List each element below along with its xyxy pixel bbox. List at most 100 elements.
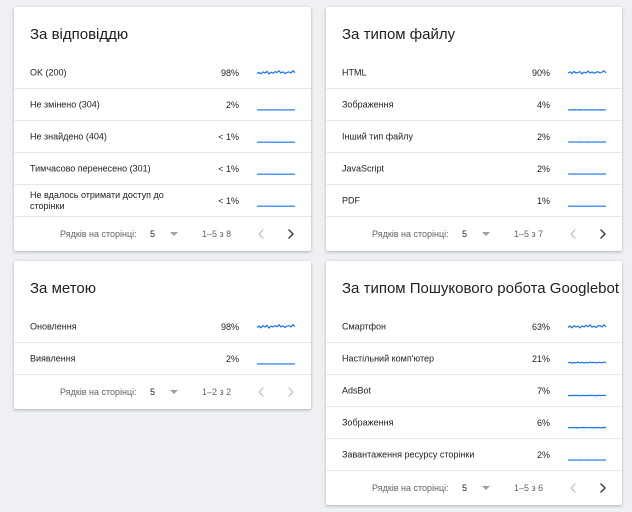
chevron-left-icon[interactable] [254, 226, 268, 242]
sparkline-chart [257, 108, 295, 111]
row-percentage: 63% [531, 321, 550, 332]
chevron-right-icon[interactable] [284, 384, 298, 400]
row-label: Зображення [342, 417, 394, 427]
sparkline-chart [568, 205, 606, 207]
row-percentage: 2% [536, 449, 550, 460]
card-purpose: За метою Оновлення 98% Виявлення 2% Рядків на… [14, 261, 311, 409]
row-percentage: 1% [536, 195, 550, 206]
rows-per-page-label: Рядків на сторінці: [60, 229, 137, 239]
card-response: За відповіддю OK (200) 98% Не змінено (304)… [14, 7, 311, 251]
row-percentage: 2% [536, 163, 550, 174]
rows-per-page-label: Рядків на сторінці: [372, 229, 449, 239]
row-label: Зображення [342, 99, 394, 109]
caret-down-icon[interactable] [482, 486, 490, 490]
sparkline-chart [257, 173, 295, 175]
chevron-right-icon[interactable] [596, 480, 610, 496]
row-percentage: 90% [531, 67, 550, 78]
sparkline-line [568, 360, 606, 364]
sparkline-chart [568, 458, 606, 461]
sparkline-line [257, 69, 295, 75]
row-percentage: 98% [220, 321, 239, 332]
table-row[interactable]: Зображення 6% [326, 407, 622, 439]
table-row[interactable]: Смартфон 63% [326, 311, 622, 343]
card-title: За відповіддю [30, 26, 129, 43]
row-percentage: 2% [225, 99, 239, 110]
sparkline-chart [568, 108, 606, 111]
breakdown-table: Смартфон 63% Настільний комп'ютер 21% AdsBot… [326, 311, 622, 505]
row-percentage: 98% [220, 67, 239, 78]
row-label: Не знайдено (404) [30, 131, 107, 141]
table-row[interactable]: PDF 1% [326, 185, 622, 217]
rows-per-page-label: Рядків на сторінці: [372, 483, 449, 493]
row-label: Смартфон [342, 321, 387, 331]
row-label: OK (200) [30, 67, 67, 77]
card-title: За метою [30, 280, 97, 297]
card-title: За типом файлу [342, 26, 456, 43]
sparkline-line [257, 323, 295, 329]
row-label: Не змінено (304) [30, 99, 100, 109]
row-percentage: 7% [536, 385, 550, 396]
chevron-right-icon[interactable] [284, 226, 298, 242]
table-row[interactable]: Оновлення 98% [14, 311, 311, 343]
row-percentage: < 1% [218, 195, 239, 206]
row-label: Оновлення [30, 321, 77, 331]
rows-per-page-select[interactable]: 5 [462, 483, 467, 493]
row-label: Не вдалось отримати доступ до сторінки [30, 189, 164, 211]
chevron-left-icon[interactable] [254, 384, 268, 400]
breakdown-table: Оновлення 98% Виявлення 2% Рядків на сторінц… [14, 311, 311, 409]
page-range: 1–5 з 8 [202, 229, 232, 239]
chevron-left-icon[interactable] [566, 480, 580, 496]
row-label: JavaScript [342, 163, 385, 173]
row-percentage: 2% [225, 353, 239, 364]
caret-down-icon[interactable] [170, 232, 178, 236]
row-label: Інший тип файлу [342, 131, 413, 141]
table-row[interactable]: Завантаження ресурсу сторінки 2% [326, 439, 622, 471]
sparkline-chart [568, 172, 606, 175]
chevron-right-icon[interactable] [596, 226, 610, 242]
caret-down-icon[interactable] [170, 390, 178, 394]
table-row[interactable]: Тимчасово перенесено (301) < 1% [14, 153, 311, 185]
row-percentage: 4% [536, 99, 550, 110]
rows-per-page-select[interactable]: 5 [462, 229, 467, 239]
row-label: Виявлення [30, 353, 76, 363]
sparkline-chart [568, 140, 606, 143]
breakdown-table: OK (200) 98% Не змінено (304) 2% Не знайдено… [14, 57, 311, 251]
table-row[interactable]: OK (200) 98% [14, 57, 311, 89]
sparkline-chart [568, 394, 606, 396]
table-row[interactable]: Зображення 4% [326, 89, 622, 121]
table-row[interactable]: Не знайдено (404) < 1% [14, 121, 311, 153]
row-label: Завантаження ресурсу сторінки [342, 449, 475, 459]
sparkline-chart [568, 360, 606, 364]
sparkline-line [568, 394, 606, 396]
row-label: PDF [342, 195, 360, 205]
sparkline-line [568, 323, 606, 328]
row-percentage: 21% [531, 353, 550, 364]
table-row[interactable]: JavaScript 2% [326, 153, 622, 185]
row-label: AdsBot [342, 385, 372, 395]
caret-down-icon[interactable] [482, 232, 490, 236]
sparkline-line [568, 69, 606, 74]
table-row[interactable]: Інший тип файлу 2% [326, 121, 622, 153]
row-percentage: 2% [536, 131, 550, 142]
page-range: 1–5 з 7 [514, 229, 544, 239]
sparkline-chart [257, 69, 295, 75]
table-row[interactable]: HTML 90% [326, 57, 622, 89]
sparkline-chart [257, 205, 295, 207]
table-row[interactable]: Виявлення 2% [14, 343, 311, 375]
rows-per-page-select[interactable]: 5 [150, 387, 155, 397]
chevron-left-icon[interactable] [566, 226, 580, 242]
sparkline-chart [257, 141, 295, 143]
table-pagination: Рядків на сторінці: 5 1–5 з 6 [326, 471, 622, 505]
sparkline-chart [257, 323, 295, 329]
card-title: За типом Пошукового робота Googlebot [342, 280, 620, 297]
rows-per-page-label: Рядків на сторінці: [60, 387, 137, 397]
table-row[interactable]: Не змінено (304) 2% [14, 89, 311, 121]
breakdown-table: HTML 90% Зображення 4% Інший тип файлу 2% Java… [326, 57, 622, 251]
row-label: HTML [342, 67, 367, 77]
table-row[interactable]: Настільний комп'ютер 21% [326, 343, 622, 375]
rows-per-page-select[interactable]: 5 [150, 229, 155, 239]
row-percentage: < 1% [218, 163, 239, 174]
table-row[interactable]: Не вдалось отримати доступ до сторінки < … [14, 185, 311, 217]
row-label: Настільний комп'ютер [342, 353, 434, 363]
table-row[interactable]: AdsBot 7% [326, 375, 622, 407]
